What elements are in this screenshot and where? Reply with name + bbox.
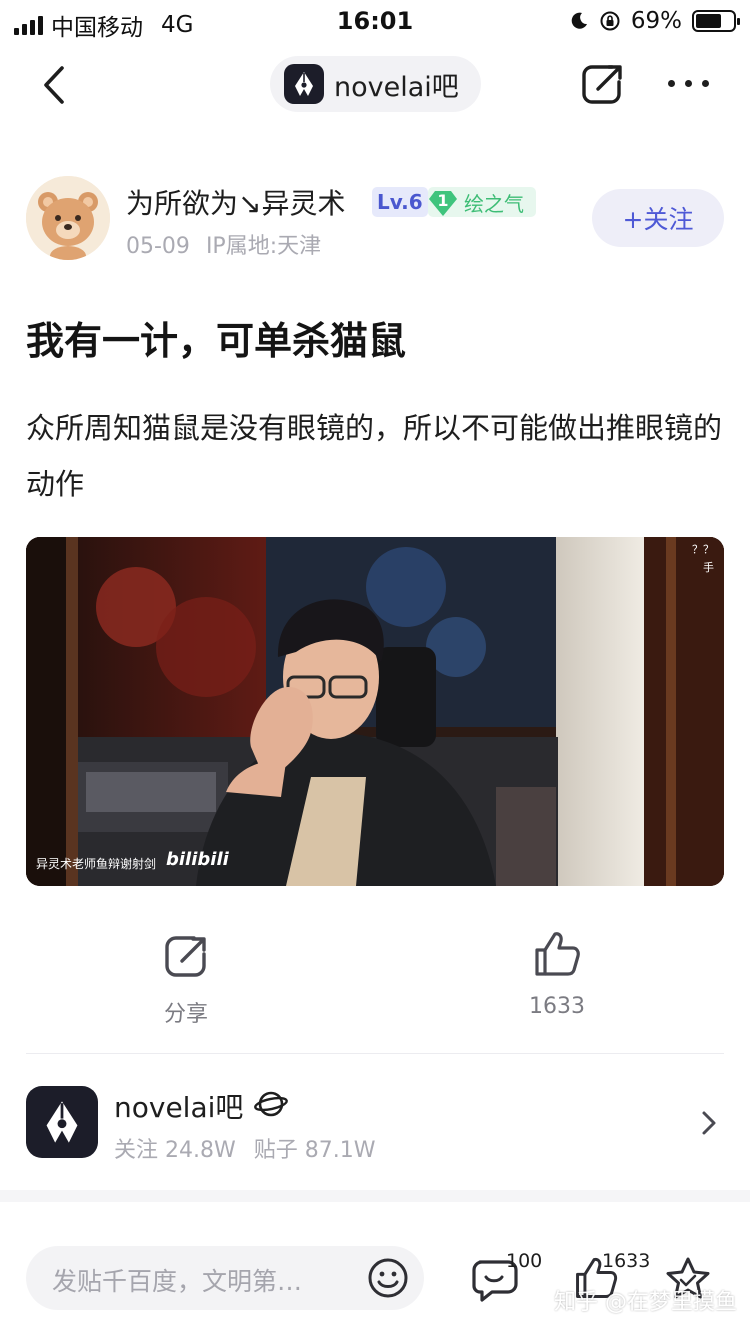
follow-button[interactable]: +关注 [592,189,724,247]
video-corner-text-2: 手 [703,561,714,574]
author-name[interactable]: 为所欲为↘异灵术 [126,182,345,222]
badge-number: 1 [437,191,449,210]
top-nav: novelai吧 [0,50,750,120]
battery-percent: 69% [630,8,682,34]
forum-followers: 关注 24.8W [114,1138,236,1163]
forum-posts: 贴子 87.1W [253,1138,376,1163]
post-title: 我有一计，可单杀猫鼠 [26,319,407,363]
video-corner-text: ？？ 手 [692,541,714,577]
avatar[interactable] [26,176,110,260]
post-video[interactable]: 异灵术老师鱼辩谢射剑 bilibili ？？ 手 [26,537,724,886]
back-arrow-icon[interactable] [36,62,76,108]
reply-placeholder: 发贴千百度，文明第… [52,1267,303,1296]
status-right: 69% [569,8,740,34]
forum-logo-icon [284,64,324,104]
post-body: 众所周知猫鼠是没有眼镜的，所以不可能做出推眼镜的动作 [26,411,723,501]
post-author: 为所欲为↘异灵术 Lv.6 1 绘之气 05-09 IP属地:天津 +关注 [26,176,726,266]
reply-input[interactable]: 发贴千百度，文明第… [26,1246,424,1310]
share-action[interactable]: 分享 [136,930,236,1028]
share-icon[interactable] [578,60,626,108]
title-badge: 1 绘之气 [428,187,536,217]
video-frame [26,537,724,886]
level-badge: Lv.6 [372,187,428,217]
divider [26,1053,724,1054]
video-corner-text-1: ？？ [692,543,714,556]
bottom-like-count: 1633 [602,1250,651,1272]
forum-logo-icon [26,1086,98,1158]
watermark: 知乎 @在梦里摸鱼 [554,1290,737,1315]
rotation-lock-icon [600,11,620,31]
status-bar: 中国移动 4G 16:01 69% [0,0,750,42]
moon-icon [571,12,587,29]
share-label: 分享 [163,1002,208,1027]
post-date: 05-09 [126,234,190,259]
battery-icon [692,10,740,32]
comment-count: 100 [506,1250,543,1272]
badge-text: 绘之气 [464,191,524,216]
emoji-icon[interactable] [366,1256,410,1300]
planet-icon [254,1091,288,1117]
share-icon [165,936,206,977]
diamond-icon: 1 [428,187,458,217]
like-action[interactable]: 1633 [507,928,607,1019]
bilibili-logo: bilibili [166,849,229,870]
more-options-icon[interactable] [668,68,718,98]
video-caption: 异灵术老师鱼辩谢射剑 [36,857,157,871]
post-meta: 05-09 IP属地:天津 [126,228,321,260]
thumbs-up-icon [535,932,580,976]
forum-title-pill[interactable]: novelai吧 [270,56,481,112]
chevron-right-icon [702,1111,716,1135]
bottom-bar: 发贴千百度，文明第… 100 1633 知乎 @在梦里摸鱼 [0,1202,750,1334]
forum-card[interactable]: novelai吧 关注 24.8W 贴子 87.1W [26,1086,726,1176]
section-gap [0,1190,750,1202]
like-count: 1633 [529,994,585,1019]
ip-location: IP属地:天津 [205,234,322,259]
forum-stats: 关注 24.8W 贴子 87.1W [114,1132,375,1164]
forum-card-name: novelai吧 [114,1091,244,1124]
forum-title: novelai吧 [334,71,459,103]
